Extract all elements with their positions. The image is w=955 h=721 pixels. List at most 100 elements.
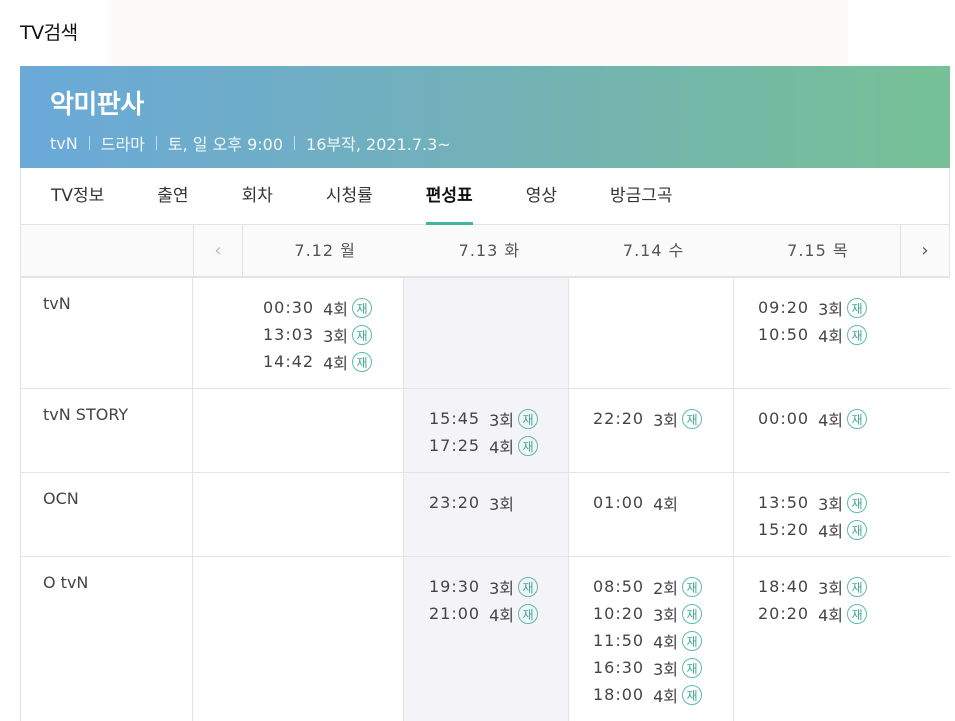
episode-number: 3회 bbox=[489, 410, 515, 430]
broadcast-slot: 13:03 3회 재 bbox=[263, 321, 403, 348]
broadcast-slot: 23:20 3회 bbox=[429, 489, 568, 516]
rerun-badge: 재 bbox=[682, 684, 703, 705]
episode-number: 4회 bbox=[818, 605, 844, 625]
broadcast-time: 20:20 bbox=[758, 604, 810, 623]
rerun-badge: 재 bbox=[682, 657, 703, 678]
broadcast-slot: 21:00 4회 재 bbox=[429, 600, 568, 627]
episode-number: 3회 bbox=[818, 578, 844, 598]
rerun-badge: 재 bbox=[847, 324, 868, 345]
schedule-cell: 09:20 3회 재 10:50 4회 재 bbox=[733, 277, 950, 389]
episode-number: 3회 bbox=[818, 299, 844, 319]
tab-song[interactable]: 방금그곡 bbox=[610, 168, 673, 224]
schedule-row: O tvN 19:30 3회 재 21:00 4회 재 08:50 2회 재 10:20 3회 재 11:… bbox=[20, 556, 950, 721]
schedule-cell: 22:20 3회 재 bbox=[568, 388, 734, 473]
schedule-cell: 08:50 2회 재 10:20 3회 재 11:50 4회 재 16:30 3회 재 18:00 4회 재 bbox=[568, 556, 734, 721]
broadcast-time: 22:20 bbox=[593, 409, 645, 428]
rerun-badge: 재 bbox=[847, 519, 868, 540]
meta-divider bbox=[294, 136, 296, 150]
airtime-label: 토, 일 오후 9:00 bbox=[167, 135, 284, 154]
episode-number: 4회 bbox=[323, 299, 349, 319]
schedule-cell: 15:45 3회 재 17:25 4회 재 bbox=[403, 388, 569, 473]
schedule-cell: 00:30 4회 재 13:03 3회 재 14:42 4회 재 bbox=[192, 277, 404, 389]
broadcast-slot: 00:00 4회 재 bbox=[758, 405, 950, 432]
rerun-badge: 재 bbox=[682, 603, 703, 624]
date-label: 7.13 화 bbox=[458, 241, 521, 260]
broadcast-time: 19:30 bbox=[429, 577, 481, 596]
schedule-table: tvN 00:30 4회 재 13:03 3회 재 14:42 4회 재 09:20 3회 재 10:50… bbox=[20, 277, 950, 721]
schedule-cell: 19:30 3회 재 21:00 4회 재 bbox=[403, 556, 569, 721]
date-header: ‹ 7.12 월 7.13 화 7.14 수 7.15 목 › bbox=[20, 225, 950, 277]
date-label: 7.14 수 bbox=[622, 241, 685, 260]
broadcast-time: 01:00 bbox=[593, 493, 645, 512]
tab-cast[interactable]: 출연 bbox=[157, 168, 188, 224]
broadcast-slot: 15:20 4회 재 bbox=[758, 516, 950, 543]
channel-name[interactable]: O tvN bbox=[20, 556, 193, 721]
broadcast-slot: 18:00 4회 재 bbox=[593, 681, 733, 708]
episode-number: 3회 bbox=[653, 659, 679, 679]
episode-number: 4회 bbox=[323, 353, 349, 373]
channel-name[interactable]: tvN bbox=[20, 277, 193, 389]
broadcast-time: 10:20 bbox=[593, 604, 645, 623]
broadcast-time: 17:25 bbox=[429, 436, 481, 455]
episode-number: 3회 bbox=[818, 494, 844, 514]
episode-number: 3회 bbox=[323, 326, 349, 346]
rerun-badge: 재 bbox=[518, 576, 539, 597]
schedule-cell bbox=[403, 277, 569, 389]
tab-ratings[interactable]: 시청률 bbox=[326, 168, 373, 224]
broadcast-time: 14:42 bbox=[263, 352, 315, 371]
prev-week-button[interactable]: ‹ bbox=[194, 225, 243, 276]
channel-link[interactable]: tvN bbox=[50, 134, 78, 153]
broadcast-slot: 01:00 4회 bbox=[593, 489, 733, 516]
broadcast-slot: 19:30 3회 재 bbox=[429, 573, 568, 600]
broadcast-slot: 13:50 3회 재 bbox=[758, 489, 950, 516]
rerun-badge: 재 bbox=[682, 576, 703, 597]
tab-tv-info[interactable]: TV정보 bbox=[51, 168, 104, 224]
episode-number: 4회 bbox=[818, 326, 844, 346]
broadcast-time: 18:40 bbox=[758, 577, 810, 596]
episode-number: 3회 bbox=[653, 410, 679, 430]
tab-video[interactable]: 영상 bbox=[526, 168, 557, 224]
broadcast-slot: 11:50 4회 재 bbox=[593, 627, 733, 654]
rerun-badge: 재 bbox=[518, 408, 539, 429]
tab-episodes[interactable]: 회차 bbox=[242, 168, 273, 224]
rerun-badge: 재 bbox=[847, 492, 868, 513]
broadcast-time: 18:00 bbox=[593, 685, 645, 704]
date-list: 7.12 월 7.13 화 7.14 수 7.15 목 bbox=[243, 225, 900, 276]
rerun-badge: 재 bbox=[847, 408, 868, 429]
rerun-badge: 재 bbox=[682, 630, 703, 651]
channel-column-header bbox=[21, 225, 194, 276]
broadcast-slot: 09:20 3회 재 bbox=[758, 294, 950, 321]
rerun-badge: 재 bbox=[518, 435, 539, 456]
broadcast-time: 16:30 bbox=[593, 658, 645, 677]
episode-number: 4회 bbox=[653, 494, 679, 514]
broadcast-slot: 22:20 3회 재 bbox=[593, 405, 733, 432]
schedule-cell bbox=[192, 388, 404, 473]
broadcast-time: 10:50 bbox=[758, 325, 810, 344]
broadcast-time: 00:30 bbox=[263, 298, 315, 317]
tab-schedule[interactable]: 편성표 bbox=[425, 168, 473, 225]
episode-number: 4회 bbox=[653, 632, 679, 652]
rerun-badge: 재 bbox=[682, 408, 703, 429]
broadcast-slot: 14:42 4회 재 bbox=[263, 348, 403, 375]
schedule-row: tvN STORY 15:45 3회 재 17:25 4회 재 22:20 3회 재 00:00 4회… bbox=[20, 388, 950, 473]
show-title[interactable]: 악미판사 bbox=[50, 84, 920, 121]
episode-number: 4회 bbox=[818, 410, 844, 430]
broadcast-slot: 10:20 3회 재 bbox=[593, 600, 733, 627]
show-meta: tvN 드라마 토, 일 오후 9:00 16부작, 2021.7.3~ bbox=[50, 131, 920, 155]
broadcast-time: 09:20 bbox=[758, 298, 810, 317]
broadcast-time: 13:50 bbox=[758, 493, 810, 512]
episode-number: 3회 bbox=[489, 578, 515, 598]
schedule-cell: 01:00 4회 bbox=[568, 472, 734, 557]
channel-name[interactable]: OCN bbox=[20, 472, 193, 557]
meta-divider bbox=[88, 136, 90, 150]
rerun-badge: 재 bbox=[352, 324, 373, 345]
schedule-cell bbox=[192, 556, 404, 721]
broadcast-time: 00:00 bbox=[758, 409, 810, 428]
channel-name[interactable]: tvN STORY bbox=[20, 388, 193, 473]
schedule-cell bbox=[568, 277, 734, 389]
schedule-row: OCN 23:20 3회 01:00 4회 13:50 3회 재 15:20 4회 재 bbox=[20, 472, 950, 557]
broadcast-slot: 00:30 4회 재 bbox=[263, 294, 403, 321]
episode-number: 3회 bbox=[653, 605, 679, 625]
next-week-button[interactable]: › bbox=[900, 225, 949, 276]
rerun-badge: 재 bbox=[518, 603, 539, 624]
